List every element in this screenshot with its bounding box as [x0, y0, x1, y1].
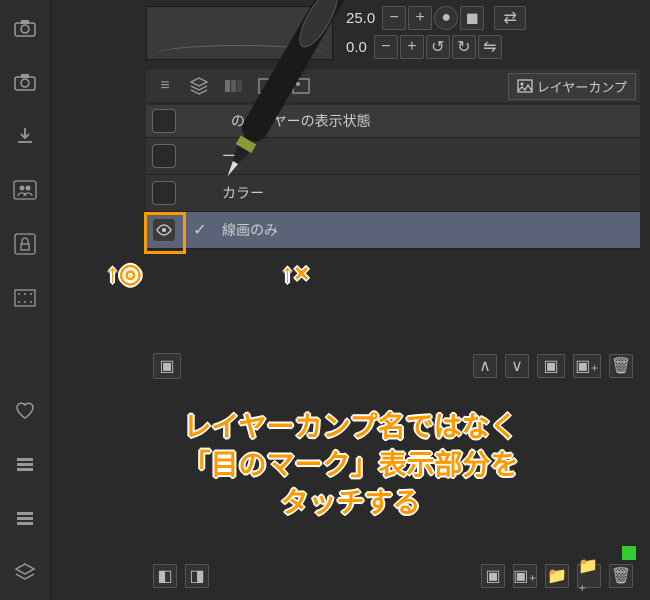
panel-button[interactable]: ◧: [153, 564, 177, 588]
square-icon[interactable]: ◼: [460, 6, 484, 30]
grid-icon[interactable]: [7, 280, 43, 316]
layer-comp-icon: [517, 79, 533, 93]
circle-icon[interactable]: ●: [434, 6, 458, 30]
checkmark-icon: ✓: [182, 220, 218, 240]
move-up-button[interactable]: ∧: [473, 354, 497, 378]
annotation-caption: レイヤーカンプ名ではなく 「目のマーク」表示部分を タッチする: [51, 408, 650, 521]
brush-opacity-value: 0.0: [346, 39, 367, 56]
rotate-left-icon[interactable]: ↺: [426, 35, 450, 59]
autoaction-tab-icon[interactable]: [286, 73, 316, 99]
lock-icon[interactable]: [7, 226, 43, 262]
move-down-button[interactable]: ∨: [505, 354, 529, 378]
people-icon[interactable]: [7, 172, 43, 208]
layer-comp-name[interactable]: ー: [218, 146, 640, 166]
increase-button[interactable]: +: [408, 6, 432, 30]
menu-icon[interactable]: ≡: [150, 73, 180, 99]
tab-layer-comp[interactable]: レイヤーカンプ: [508, 73, 636, 100]
decrease-button[interactable]: −: [382, 6, 406, 30]
layer-comp-row[interactable]: カラー: [146, 175, 640, 212]
link-icon[interactable]: ⇄: [494, 6, 526, 30]
decrease-button[interactable]: −: [374, 35, 398, 59]
camera-icon[interactable]: [7, 10, 43, 46]
heart-icon[interactable]: [7, 392, 43, 428]
flip-icon[interactable]: ⇋: [478, 35, 502, 59]
list-header: のレイヤーの表示状態: [146, 105, 640, 138]
panel-button[interactable]: ◨: [185, 564, 209, 588]
highlight-box: [144, 212, 186, 254]
download-icon[interactable]: [7, 118, 43, 154]
visibility-toggle[interactable]: [152, 181, 176, 205]
annotation-bad: ↑×: [281, 258, 309, 289]
brush-size-value: 25.0: [346, 10, 375, 27]
rotate-right-icon[interactable]: ↻: [452, 35, 476, 59]
layer-comp-row[interactable]: ー: [146, 138, 640, 175]
tab-label: レイヤーカンプ: [537, 77, 627, 96]
layer-comp-name[interactable]: カラー: [218, 183, 640, 203]
increase-button[interactable]: +: [400, 35, 424, 59]
folder-plus-button[interactable]: 📁₊: [577, 564, 601, 588]
annotation-good: ↑◎: [106, 258, 142, 289]
color-history-tab-icon[interactable]: [218, 73, 248, 99]
brush-curve[interactable]: [146, 6, 333, 60]
new-comp-button[interactable]: ▣: [537, 354, 565, 378]
layers-tab-icon[interactable]: [184, 73, 214, 99]
visibility-toggle[interactable]: [152, 144, 176, 168]
color-indicator: [622, 546, 636, 560]
layers-icon[interactable]: [7, 554, 43, 590]
apply-comp-button[interactable]: ▣: [153, 353, 181, 379]
layer-comp-row[interactable]: ✓ 線画のみ: [146, 212, 640, 249]
delete-layer-button[interactable]: 🗑: [609, 564, 633, 588]
new-layer-button[interactable]: ▣: [481, 564, 505, 588]
visibility-toggle-all[interactable]: [152, 109, 176, 133]
tone-tab-icon[interactable]: [252, 73, 282, 99]
delete-button[interactable]: 🗑: [609, 354, 633, 378]
new-comp-plus-button[interactable]: ▣₊: [573, 354, 601, 378]
layer-comp-name[interactable]: 線画のみ: [218, 220, 640, 240]
new-layer-plus-button[interactable]: ▣₊: [513, 564, 537, 588]
list-icon[interactable]: [7, 500, 43, 536]
list-icon[interactable]: [7, 446, 43, 482]
new-folder-button[interactable]: 📁: [545, 564, 569, 588]
camera-icon[interactable]: [7, 64, 43, 100]
